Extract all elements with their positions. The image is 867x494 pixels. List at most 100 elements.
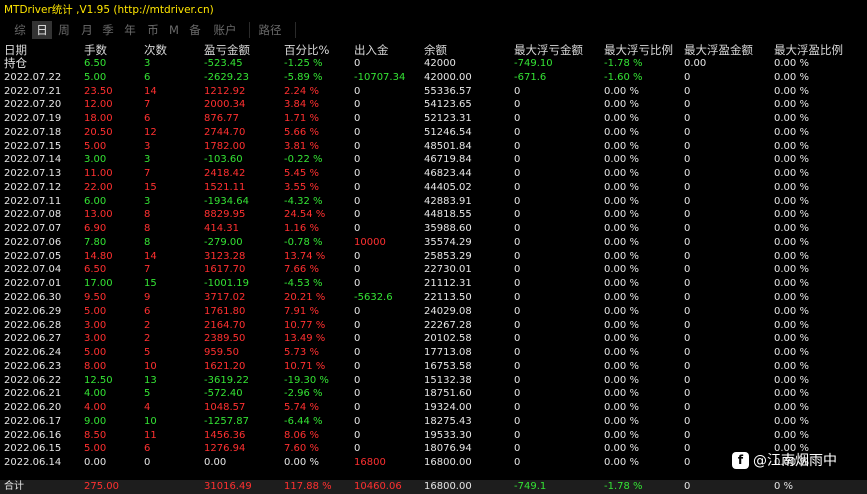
cell-pct-col: 5.45 % [284,168,319,180]
cell-max-loss-pct-col: 0.00 % [604,305,639,317]
column-header-pnl-col[interactable]: 盈亏金额 [204,43,250,57]
column-header-balance-col[interactable]: 余额 [424,43,447,57]
table-row[interactable]: 2022.07.21 23.50 14 1212.92 2.24 % 0 55336.57 0… [0,85,867,99]
table-row[interactable]: 2022.06.22 12.50 13 -3619.22 -19.30 % 0 15132.… [0,374,867,388]
tab-6[interactable]: 币 [142,21,164,39]
tab-divider [295,22,296,38]
total-row: 合计 275.00 31016.49 117.88 % 10460.06 16800.00… [0,480,867,494]
cell-max-gain-pct-col: 0.00 % [774,374,809,386]
table-row[interactable]: 2022.06.17 9.00 10 -1257.87 -6.44 % 0 18275.43… [0,415,867,429]
cell-max-loss-pct-col: 0.00 % [604,209,639,221]
cell-max-gain-col: 0 [684,360,691,372]
cell-max-loss-col: 0 [514,429,521,441]
table-row[interactable]: 2022.07.15 5.00 3 1782.00 3.81 % 0 48501.84 0 0.… [0,140,867,154]
column-header-pct-col[interactable]: 百分比% [284,43,329,57]
table-row[interactable]: 2022.07.22 5.00 6 -2629.23 -5.89 % -10707.34 4… [0,71,867,85]
table-row[interactable]: 2022.06.16 8.50 11 1456.36 8.06 % 0 19533.30 0 0… [0,429,867,443]
cell-max-gain-pct-col: 0.00 % [774,181,809,193]
cell-max-loss-pct-col: 0.00 % [604,154,639,166]
cell-pnl-col: 1212.92 [204,85,246,97]
cell-balance-col: 21112.31 [424,278,472,290]
cell-pnl-col: -1257.87 [204,415,249,427]
tab-8[interactable]: 备 [185,21,205,39]
table-row[interactable]: 2022.06.28 3.00 2 2164.70 10.77 % 0 22267.28 0 0… [0,319,867,333]
cell-date-col: 2022.06.28 [4,319,62,331]
holding-row[interactable]: 持仓 6.50 3 -523.45 -1.25 % 0 42000 -749.10 -1.78 … [0,56,867,71]
tab-1[interactable]: 日 [32,21,52,39]
tab-5[interactable]: 年 [120,21,140,39]
cell-max-loss-col: 0 [514,140,521,152]
table-row[interactable]: 2022.07.08 13.00 8 8829.95 24.54 % 0 44818.55 0… [0,208,867,222]
cell-max-loss-pct-col: 0.00 % [604,99,639,111]
cell-max-gain-col: 0 [684,443,691,455]
table-row[interactable]: 2022.07.05 14.80 14 3123.28 13.74 % 0 25853.29… [0,250,867,264]
table-header: 日期 手数 次数 盈亏金额 百分比% 出入金 余额 最大浮亏金额 最大浮亏比例 最大浮盈金额 最大浮… [0,43,867,57]
table-row[interactable]: 2022.06.20 4.00 4 1048.57 5.74 % 0 19324.00 0 0.… [0,401,867,415]
cell-max-gain-col: 0 [684,305,691,317]
table-row[interactable]: 2022.06.27 3.00 2 2389.50 13.49 % 0 20102.58 0 0… [0,332,867,346]
tab-divider [249,22,250,38]
cell-lots-col: 0.00 [84,457,107,469]
cell-count-col: 3 [144,58,151,69]
tab-10[interactable]: 路径 [255,21,285,39]
cell-max-gain-pct-col: 0.00 % [774,99,809,111]
table-row[interactable]: 2022.06.30 9.50 9 3717.02 20.21 % -5632.6 2211… [0,291,867,305]
cell-max-loss-col: -671.6 [514,71,547,83]
table-row[interactable]: 2022.07.12 22.00 15 1521.11 3.55 % 0 44405.02 0… [0,181,867,195]
cell-max-gain-col: 0 [684,264,691,276]
tab-9[interactable]: 账户 [210,21,240,39]
cell-max-loss-pct-col: 0.00 % [604,319,639,331]
column-header-count-col[interactable]: 次数 [144,43,167,57]
cell-max-loss-col: -749.10 [514,58,553,69]
cell-pnl-col: -2629.23 [204,71,249,83]
table-row[interactable]: 2022.07.07 6.90 8 414.31 1.16 % 0 35988.60 0 0.0… [0,222,867,236]
column-header-max-gain-pct-col[interactable]: 最大浮盈比例 [774,43,843,57]
table-row[interactable]: 2022.06.21 4.00 5 -572.40 -2.96 % 0 18751.60 0 0… [0,387,867,401]
cell-pct-col: 2.24 % [284,85,319,97]
cell-lots-col: 4.00 [84,402,107,414]
cell-max-gain-pct-col: 0.00 % [774,126,809,138]
column-header-max-loss-col[interactable]: 最大浮亏金额 [514,43,583,57]
cell-max-loss-col: 0 [514,85,521,97]
column-header-max-loss-pct-col[interactable]: 最大浮亏比例 [604,43,673,57]
cell-flow-col: 0 [354,181,361,193]
table-row[interactable]: 2022.07.04 6.50 7 1617.70 7.66 % 0 22730.01 0 0.… [0,263,867,277]
table-row[interactable]: 2022.07.20 12.00 7 2000.34 3.84 % 0 54123.65 0 0… [0,98,867,112]
tab-7[interactable]: M [165,21,183,39]
cell-max-loss-pct-col: 0.00 % [604,360,639,372]
cell-max-loss-col: 0 [514,415,521,427]
cell-max-gain-pct-col: 0.00 % [774,264,809,276]
column-header-max-gain-col[interactable]: 最大浮盈金额 [684,43,753,57]
tab-0[interactable]: 综 [9,21,31,39]
cell-pct-col: -5.89 % [284,71,323,83]
table-row[interactable]: 2022.07.19 18.00 6 876.77 1.71 % 0 52123.31 0 0.… [0,112,867,126]
table-row[interactable]: 2022.06.29 5.00 6 1761.80 7.91 % 0 24029.08 0 0.… [0,305,867,319]
cell-max-loss-col: 0 [514,250,521,262]
table-row[interactable]: 2022.07.18 20.50 12 2744.70 5.66 % 0 51246.54 0… [0,126,867,140]
table-row[interactable]: 2022.07.01 17.00 15 -1001.19 -4.53 % 0 21112.3… [0,277,867,291]
total-max-gain-pct-col: 0 % [774,481,794,492]
table-row[interactable]: 2022.07.06 7.80 8 -279.00 -0.78 % 10000 35574.… [0,236,867,250]
table-row[interactable]: 2022.07.13 11.00 7 2418.42 5.45 % 0 46823.44 0 0… [0,167,867,181]
cell-max-loss-pct-col: 0.00 % [604,402,639,414]
cell-max-gain-pct-col: 0.00 % [774,333,809,345]
table-row[interactable]: 2022.07.11 6.00 3 -1934.64 -4.32 % 0 42883.91 0… [0,195,867,209]
tab-4[interactable]: 季 [97,21,119,39]
tab-3[interactable]: 月 [77,21,97,39]
tab-2[interactable]: 周 [54,21,74,39]
cell-max-gain-col: 0 [684,154,691,166]
cell-lots-col: 5.00 [84,305,107,317]
cell-max-gain-col: 0 [684,181,691,193]
cell-date-col: 2022.06.29 [4,305,62,317]
table-row[interactable]: 2022.07.14 3.00 3 -103.60 -0.22 % 0 46719.84 0 0… [0,153,867,167]
column-header-flow-col[interactable]: 出入金 [354,43,389,57]
table-row[interactable]: 2022.06.23 8.00 10 1621.20 10.71 % 0 16753.58 0… [0,360,867,374]
cell-max-loss-pct-col: 0.00 % [604,264,639,276]
cell-pct-col: 10.71 % [284,360,326,372]
cell-pct-col: 1.16 % [284,223,319,235]
watermark: f @江南烟雨中 [732,451,837,469]
column-header-date-col[interactable]: 日期 [4,43,27,57]
table-row[interactable]: 2022.06.24 5.00 5 959.50 5.73 % 0 17713.08 0 0.0… [0,346,867,360]
cell-max-loss-col: 0 [514,443,521,455]
column-header-lots-col[interactable]: 手数 [84,43,107,57]
